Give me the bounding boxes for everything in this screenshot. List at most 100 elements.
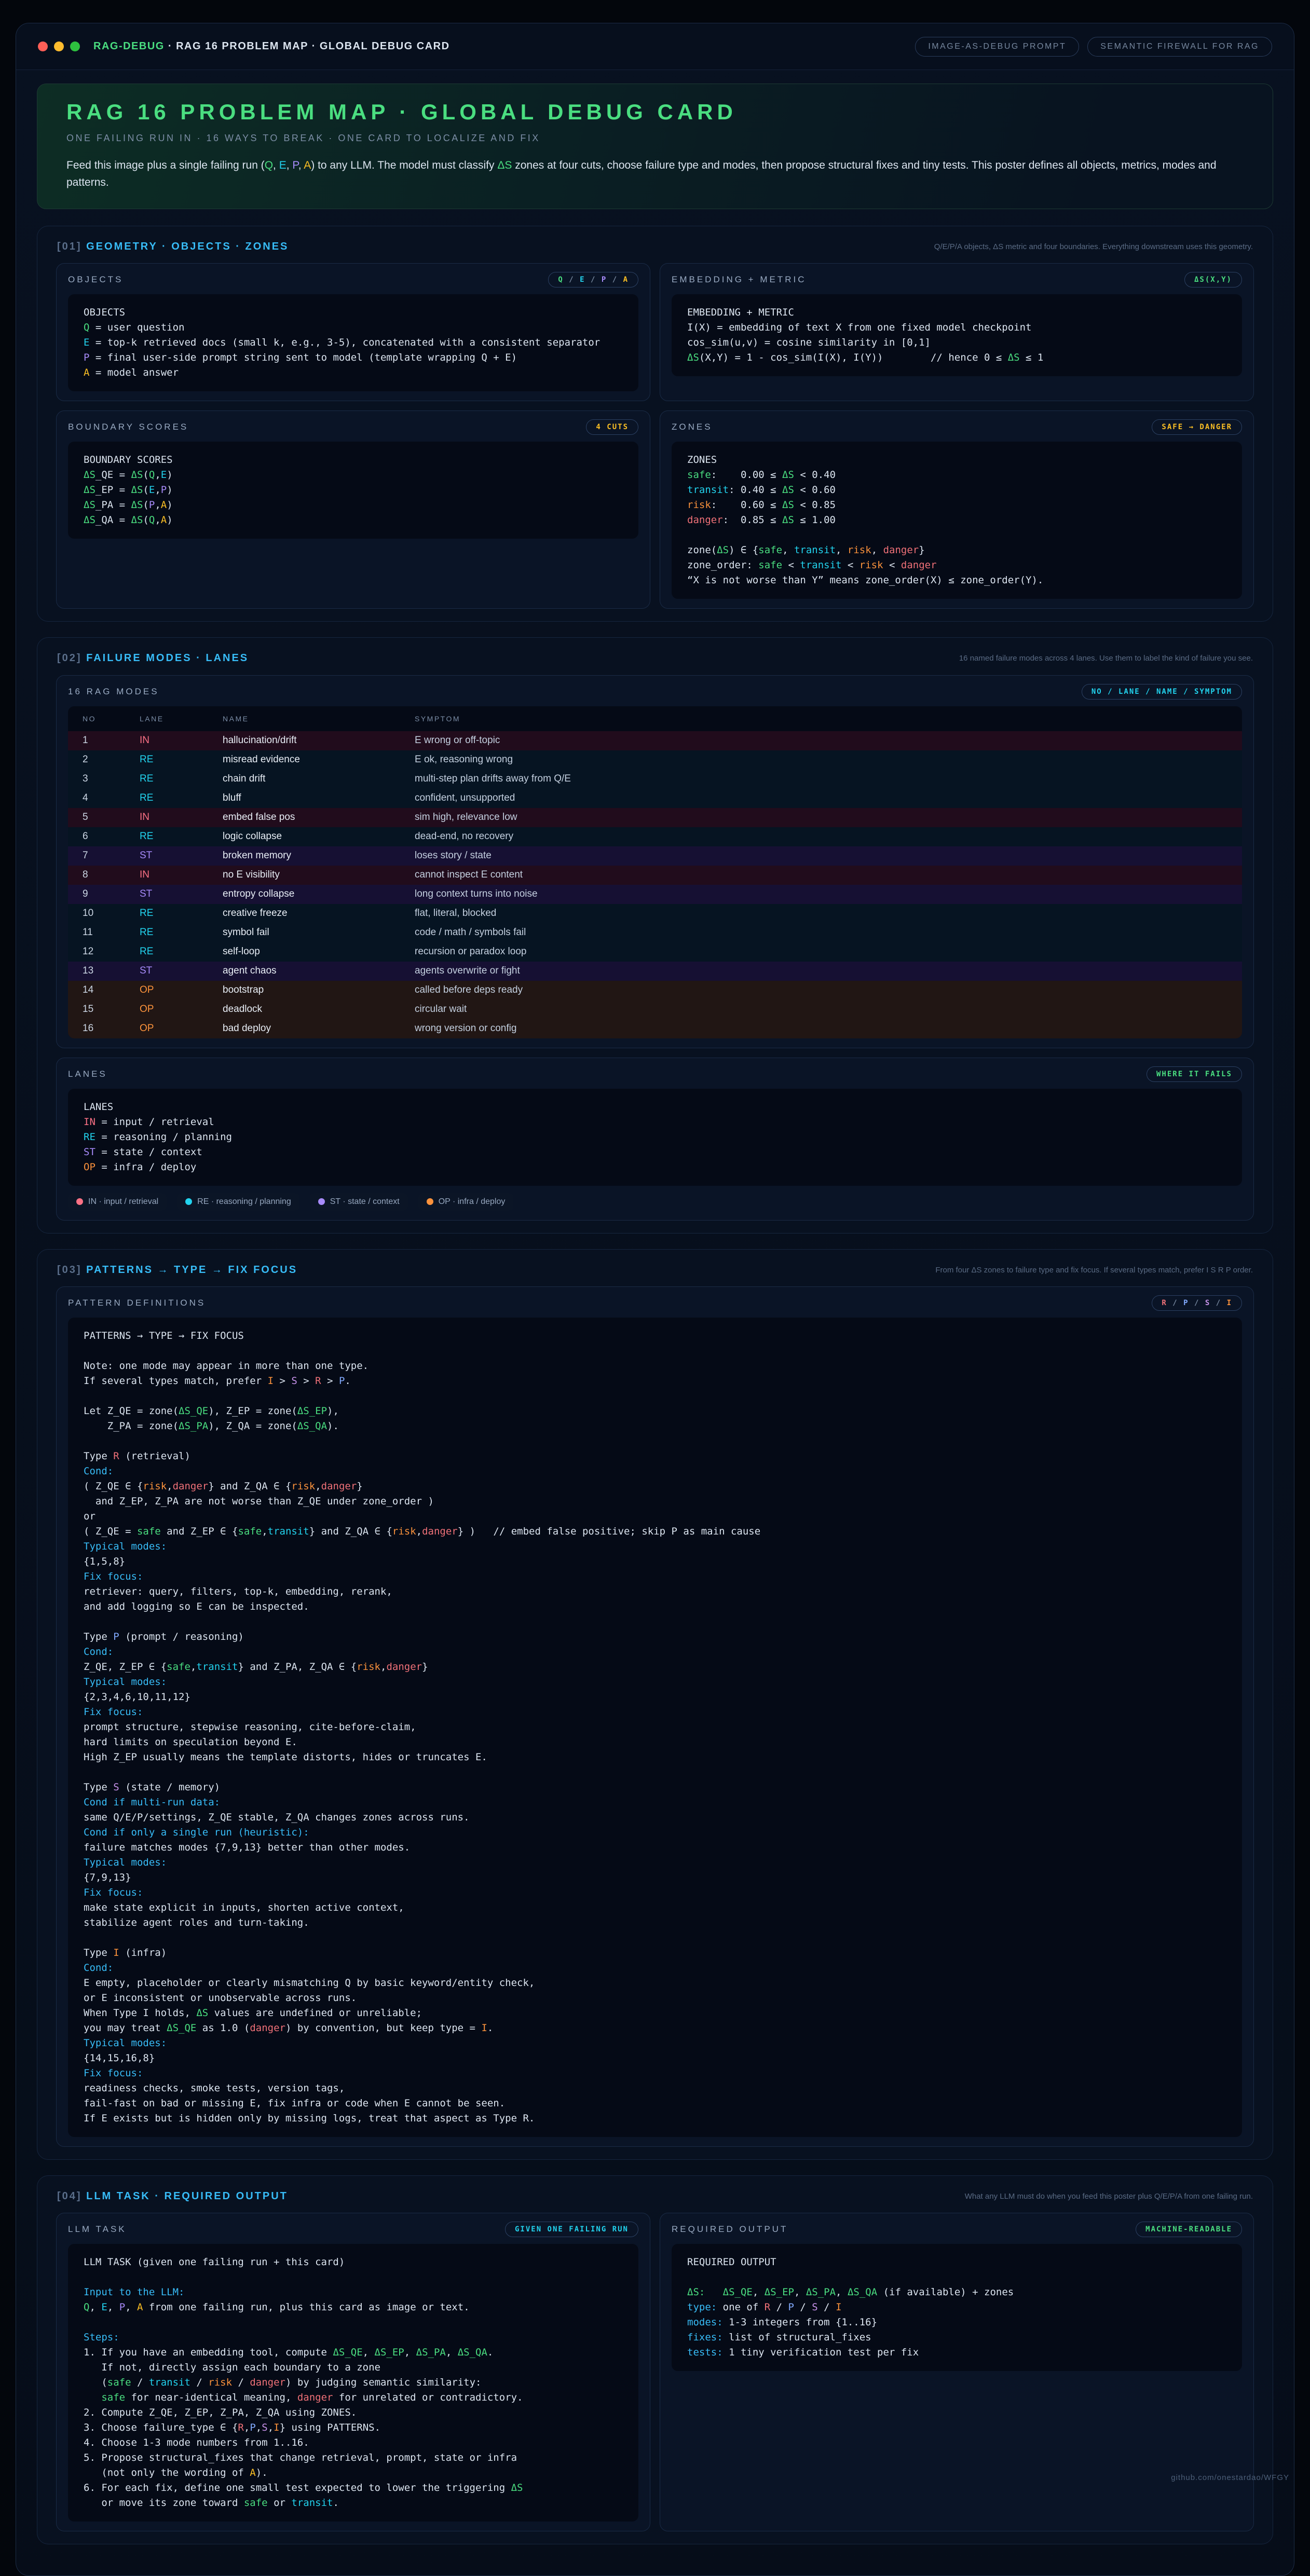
text-segment: / (190, 2377, 208, 2388)
text-segment: E (101, 2301, 107, 2313)
text-segment: safe (107, 2377, 131, 2388)
cell-symptom: agents overwrite or fight (415, 965, 1227, 977)
text-segment: / (564, 276, 580, 284)
text-segment: modes: (687, 2317, 723, 2328)
text-segment: fail-fast on bad or missing E, fix infra… (84, 2098, 505, 2109)
text-segment: , (380, 1661, 386, 1673)
section-header: [04] LLM TASK · REQUIRED OUTPUT What any… (56, 2185, 1254, 2203)
text-segment: , (190, 1661, 196, 1673)
cell-name: broken memory (223, 850, 415, 861)
text-segment: BOUNDARY SCORES (84, 454, 173, 465)
cell-name: misread evidence (223, 754, 415, 765)
text-segment: ) by judging semantic similarity: (285, 2377, 482, 2388)
legend-label: ST · state / context (330, 1197, 400, 1207)
text-segment: If E exists but is hidden only by missin… (84, 2113, 535, 2124)
close-window-button[interactable] (38, 42, 48, 51)
cell-lane: IN (140, 735, 223, 746)
cell-lane: IN (140, 869, 223, 881)
cell-no: 10 (83, 908, 140, 919)
text-segment: {1,5,8} (84, 1556, 125, 1567)
text-segment: R (315, 1375, 321, 1387)
text-segment: danger (901, 559, 937, 571)
text-segment: < (782, 559, 800, 571)
text-segment: I (1227, 1299, 1232, 1307)
cell-name: bluff (223, 792, 415, 804)
code-line: or E inconsistent or unobservable across… (84, 1991, 1226, 2006)
table-header: NOLANENAMESYMPTOM (68, 706, 1242, 731)
text-segment: cos_sim(u,v) = cosine similarity in [0,1… (687, 337, 931, 348)
text-segment: ΔS (131, 469, 143, 481)
text-segment: Z_PA = zone( (84, 1420, 179, 1432)
table-row: 1INhallucination/driftE wrong or off-top… (68, 731, 1242, 750)
text-segment: {2,3,4,6,10,11,12} (84, 1691, 190, 1703)
footer-link[interactable]: github.com/onestardao/WFGY (1171, 2473, 1289, 2482)
text-segment: Fix focus: (84, 1571, 143, 1582)
text-segment: When Type I holds, (84, 2007, 196, 2019)
text-segment: safe (101, 2392, 125, 2403)
text-segment: ΔS(X,Y) (1194, 276, 1232, 284)
text-segment: danger (883, 544, 919, 556)
text-segment: for unrelated or contradictory. (333, 2392, 523, 2403)
code-line: If not, directly assign each boundary to… (84, 2360, 623, 2375)
text-segment: _EP = (95, 484, 131, 496)
text-segment: ), Z_EP = zone( (208, 1405, 297, 1417)
section-patterns: [03] PATTERNS → TYPE → FIX FOCUS From fo… (37, 1249, 1273, 2160)
text-segment: 3. Choose failure_type ∈ { (84, 2422, 238, 2433)
text-segment: Cond: (84, 1465, 113, 1477)
card-pill: SAFE → DANGER (1152, 419, 1242, 435)
code-line: 1. If you have an embedding tool, comput… (84, 2345, 623, 2360)
code-line: {2,3,4,6,10,11,12} (84, 1690, 1226, 1705)
text-segment: R (238, 2422, 243, 2433)
text-segment: Typical modes: (84, 1541, 167, 1552)
text-segment: ΔS (1008, 352, 1020, 363)
text-segment: S (1205, 1299, 1210, 1307)
text-segment: (state / memory) (119, 1782, 220, 1793)
text-segment: Typical modes: (84, 1857, 167, 1868)
text-segment: same Q/E/P/settings, Z_QE stable, Z_QA c… (84, 1812, 470, 1823)
table-row: 13STagent chaosagents overwrite or fight (68, 962, 1242, 981)
cell-no: 3 (83, 773, 140, 785)
text-segment: } and Z_PA, Z_QA ∈ { (238, 1661, 357, 1673)
minimize-window-button[interactable] (54, 42, 64, 51)
text-segment: ( Z_QE = (84, 1526, 137, 1537)
text-segment: , (167, 1481, 172, 1492)
code-line: Fix focus: (84, 1705, 1226, 1720)
text-segment: / (585, 276, 602, 284)
text-segment: S (113, 1782, 119, 1793)
text-segment: / (232, 2377, 250, 2388)
cell-symptom: confident, unsupported (415, 792, 1227, 804)
text-segment: _PA = (95, 499, 131, 511)
section-note: 16 named failure modes across 4 lanes. U… (959, 652, 1253, 664)
cell-name: chain drift (223, 773, 415, 785)
text-segment: risk (208, 2377, 232, 2388)
cell-symptom: sim high, relevance low (415, 812, 1227, 823)
cell-symptom: called before deps ready (415, 984, 1227, 996)
legend-item: OP · infra / deploy (418, 1193, 514, 1211)
text-segment: 1. If you have an embedding tool, comput… (84, 2347, 333, 2358)
text-segment: P (788, 2301, 794, 2313)
text-segment: ). (327, 1420, 339, 1432)
code-line: If several types match, prefer I > S > R… (84, 1374, 1226, 1389)
card-embedding-metric: EMBEDDING + METRICΔS(X,Y) EMBEDDING + ME… (660, 263, 1254, 401)
maximize-window-button[interactable] (70, 42, 80, 51)
card-pill: WHERE IT FAILS (1147, 1066, 1242, 1082)
legend-item: RE · reasoning / planning (177, 1193, 299, 1211)
text-segment (705, 2286, 722, 2298)
window-titlebar: RAG-DEBUG · RAG 16 PROBLEM MAP · GLOBAL … (16, 23, 1294, 70)
code-line: I(X) = embedding of text X from one fixe… (687, 320, 1226, 335)
text-segment: ( (143, 469, 148, 481)
cell-no: 1 (83, 735, 140, 746)
text-segment: risk (143, 1481, 167, 1492)
card-boundary-scores: BOUNDARY SCORES4 CUTS BOUNDARY SCORESΔS_… (56, 410, 650, 609)
text-segment: > (321, 1375, 339, 1387)
text-segment: P (113, 1631, 119, 1642)
code-line: Let Z_QE = zone(ΔS_QE), Z_EP = zone(ΔS_E… (84, 1404, 1226, 1419)
text-segment: P (149, 499, 155, 511)
section-index: [01] (57, 241, 86, 252)
column-header: SYMPTOM (415, 715, 1227, 723)
text-segment: (not only the wording of (84, 2467, 250, 2478)
table-row: 6RElogic collapsedead-end, no recovery (68, 827, 1242, 846)
text-segment: } using PATTERNS. (280, 2422, 380, 2433)
text-segment: danger (422, 1526, 458, 1537)
text-segment: ΔS (84, 499, 95, 511)
